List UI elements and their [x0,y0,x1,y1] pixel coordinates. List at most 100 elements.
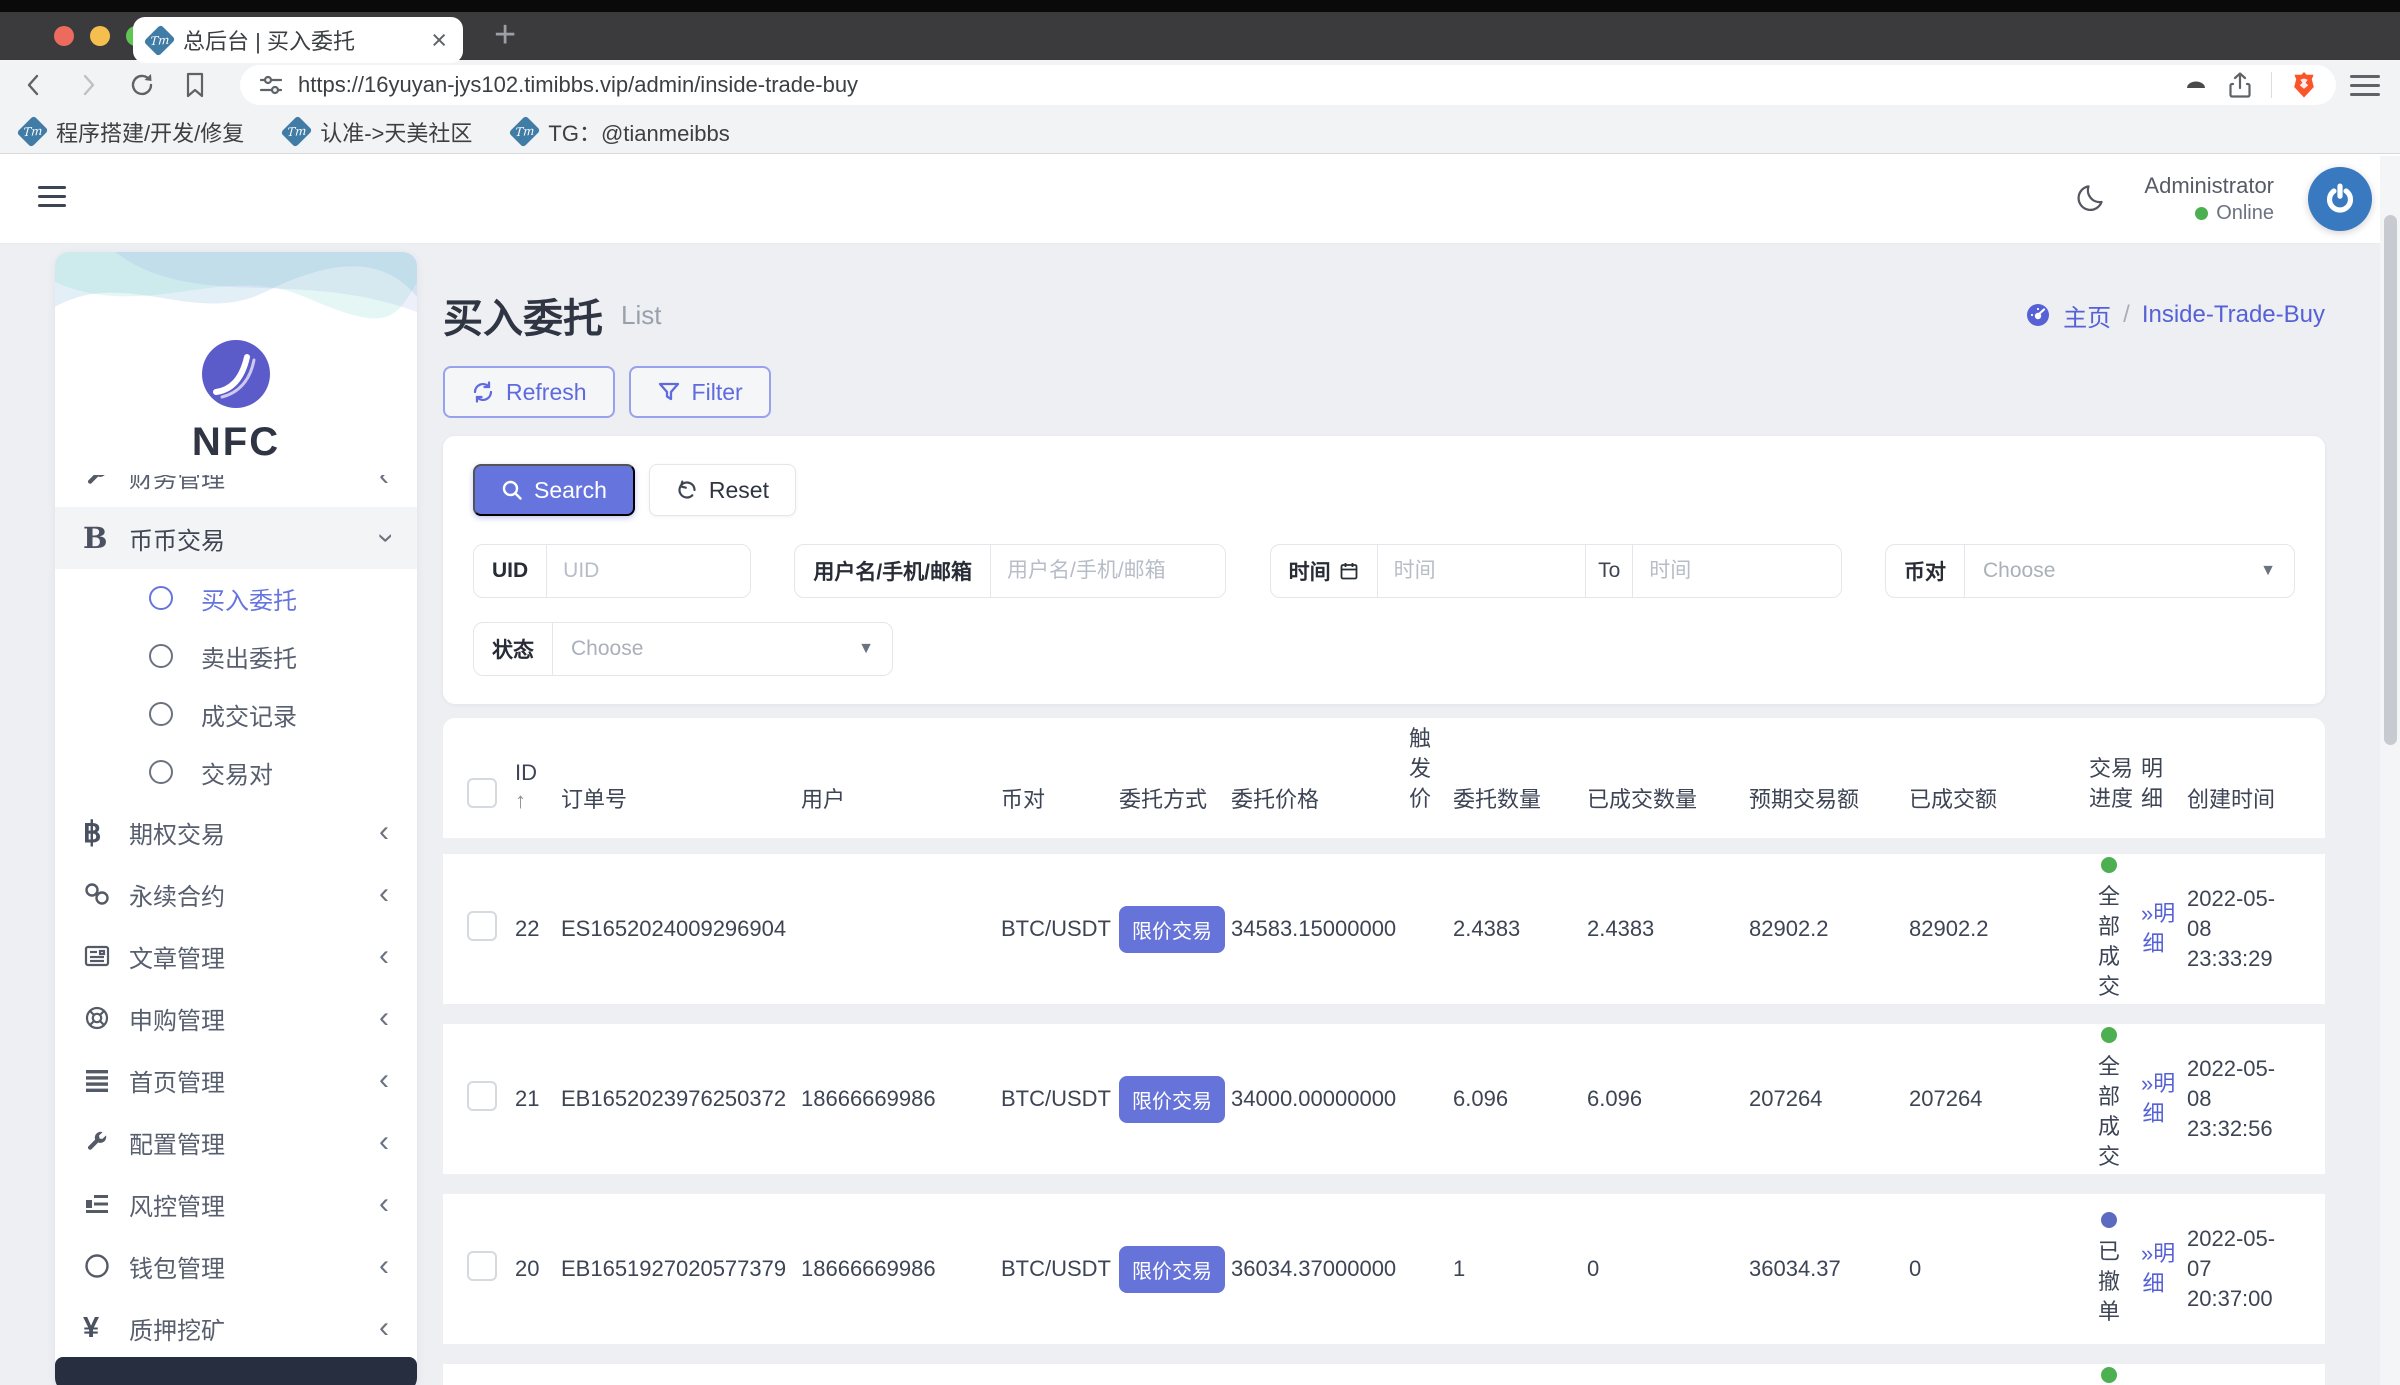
url-bar[interactable]: https://16yuyan-jys102.timibbs.vip/admin… [240,65,2336,105]
cell-pair: BTC/USDT [1001,916,1111,941]
extension-icon[interactable] [2183,72,2209,98]
col-filled-amount: 已成交数量 [1587,787,1698,812]
sidebar-subitem-trade-records[interactable]: 成交记录 [55,685,417,743]
sidebar-item-homepage-management[interactable]: 首页管理 ‹ [55,1049,417,1111]
table-row: 20 EB1651927020577379 18666669986 BTC/US… [443,1194,2325,1344]
tab-close-icon[interactable]: × [431,26,447,54]
time-from-input[interactable] [1377,545,1586,597]
bookmark-item[interactable]: Tm TG：@tianmeibbs [508,115,730,148]
forward-icon[interactable] [74,71,102,99]
dark-mode-moon-icon[interactable] [2074,181,2110,217]
search-button[interactable]: Search [473,464,635,516]
lifebuoy-icon [83,1004,129,1032]
col-id[interactable]: ID ↑ [515,760,561,814]
app-header: Administrator Online [0,154,2400,244]
brave-shield-icon[interactable] [2290,70,2318,100]
time-to-separator: To [1585,545,1634,597]
newspaper-icon [83,942,129,970]
refresh-button[interactable]: Refresh [443,366,615,418]
sidebar-item-article-management[interactable]: 文章管理 ‹ [55,925,417,987]
row-checkbox[interactable] [467,911,497,941]
breadcrumb: 主页 / Inside-Trade-Buy [2025,298,2325,333]
bookmark-flag-icon[interactable] [182,71,208,99]
sort-asc-icon[interactable]: ↑ [515,788,561,814]
user-input[interactable] [991,545,1226,597]
breadcrumb-current[interactable]: Inside-Trade-Buy [2142,301,2325,329]
wrench-icon [83,475,129,489]
sidebar-item-risk-management[interactable]: 风控管理 ‹ [55,1173,417,1235]
pair-label: 币对 [1886,545,1965,597]
site-settings-icon[interactable] [258,72,284,98]
cell-filled-amount: 0 [1587,1256,1600,1281]
browser-menu-icon[interactable] [2350,74,2380,96]
filter-button[interactable]: Filter [628,366,771,418]
sidebar-subitem-trading-pairs[interactable]: 交易对 [55,743,417,801]
status-select[interactable]: Choose ▼ [553,623,892,675]
status-label: 状态 [474,623,553,675]
circle-icon [149,644,173,668]
cell-created-time: 2022-05-07 20:37:00 [2187,1226,2276,1311]
sidebar-item-config-management[interactable]: 配置管理 ‹ [55,1111,417,1173]
app-logo-text: NFC [191,420,281,464]
status-dot [2101,1366,2117,1383]
scrollbar-thumb[interactable] [2384,215,2397,745]
status-filter-group: 状态 Choose ▼ [473,622,893,676]
caret-down-icon: ▼ [858,640,874,657]
admin-info[interactable]: Administrator Online [2144,171,2274,228]
bookmark-item[interactable]: Tm 认准->天美社区 [280,115,472,148]
reset-button[interactable]: Reset [648,464,796,516]
cell-order-no: ES1652024009296904 [561,916,787,941]
reset-icon [678,480,696,499]
pair-select[interactable]: Choose ▼ [1965,545,2294,597]
bookmark-item[interactable]: Tm 程序搭建/开发/修复 [16,115,244,148]
coin-b-icon: B [83,521,108,555]
detail-link[interactable]: »明细 [2141,1069,2175,1129]
close-window-button[interactable] [54,26,74,46]
yen-icon: ¥ [83,1311,100,1344]
order-type-badge: 限价交易 [1119,1245,1225,1293]
sidebar-item-finance[interactable]: 财务管理 ‹ [55,475,417,507]
browser-tab[interactable]: Tm 总后台 | 买入委托 × [133,17,463,63]
avatar[interactable] [2308,167,2372,231]
cell-order-no: EB1652023976250372 [561,1086,787,1111]
orders-table: ID ↑ 订单号 用户 币对 委托方式 委托价格 触发价 委托数量 已成交数量 预… [443,718,2325,1385]
baht-coin-icon: ฿ [83,816,102,849]
uid-input[interactable] [547,545,750,597]
wave-decoration [55,252,417,319]
reload-icon[interactable] [128,71,156,99]
cell-filled-value: 82902.2 [1909,916,1989,941]
detail-link[interactable]: »明细 [2141,899,2175,959]
select-all-checkbox[interactable] [467,778,497,808]
circle-icon [149,702,173,726]
table-row: 21 EB1652023976250372 18666669986 BTC/US… [443,1024,2325,1174]
back-icon[interactable] [20,71,48,99]
new-tab-button[interactable]: + [494,14,516,57]
col-user: 用户 [801,787,846,812]
sidebar-subitem-sell-orders[interactable]: 卖出委托 [55,627,417,685]
sidebar-toggle-icon[interactable] [38,186,66,207]
detail-link[interactable]: »明细 [2141,1239,2175,1299]
sidebar-subitem-buy-orders[interactable]: 买入委托 [55,569,417,627]
row-checkbox[interactable] [467,1251,497,1281]
status-dot [2101,1211,2117,1228]
row-checkbox[interactable] [467,1081,497,1111]
col-price: 委托价格 [1231,787,1320,812]
sidebar-item-options-trading[interactable]: ฿ 期权交易 ‹ [55,801,417,863]
status-text: 全部成交 [2097,883,2120,999]
circle-icon [149,760,173,784]
cell-filled-amount: 6.096 [1587,1086,1643,1111]
sidebar-item-wallet-management[interactable]: 钱包管理 ‹ [55,1235,417,1297]
cell-price: 34583.15000000 [1231,916,1397,941]
cell-price: 36034.37000000 [1231,1256,1397,1281]
share-icon[interactable] [2227,71,2253,99]
minimize-window-button[interactable] [90,26,110,46]
breadcrumb-home-link[interactable]: 主页 [2063,298,2111,333]
sidebar-item-perpetual-contracts[interactable]: 永续合约 ‹ [55,863,417,925]
trade-progress: 全部成交 [2089,1366,2129,1385]
bookmark-favicon: Tm [280,115,313,148]
sidebar-item-spot-trading[interactable]: B 币币交易 ‹ [55,507,417,569]
sidebar-item-subscription-management[interactable]: 申购管理 ‹ [55,987,417,1049]
time-to-input[interactable] [1633,545,1841,597]
sidebar-item-staking-mining[interactable]: ¥ 质押挖矿 ‹ [55,1297,417,1359]
app-logo [202,340,270,408]
